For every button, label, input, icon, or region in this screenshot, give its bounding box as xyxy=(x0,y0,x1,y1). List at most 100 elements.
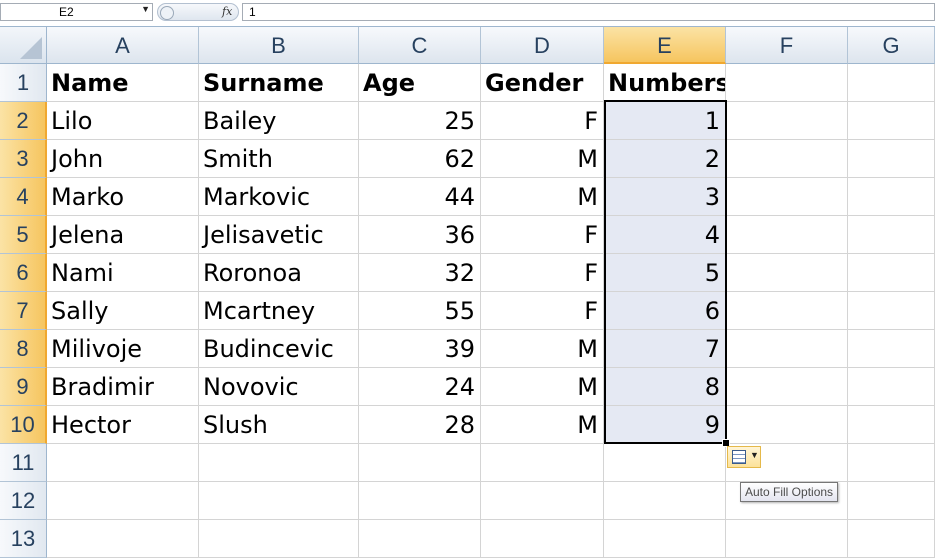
cell-e4[interactable]: 3 xyxy=(604,178,726,216)
column-header-g[interactable]: G xyxy=(848,27,935,64)
insert-function-button[interactable]: fx xyxy=(222,5,232,18)
cell-g7[interactable] xyxy=(848,292,935,330)
cell-a6[interactable]: Nami xyxy=(47,254,199,292)
cell-f4[interactable] xyxy=(726,178,848,216)
cell-a4[interactable]: Marko xyxy=(47,178,199,216)
row-header-5[interactable]: 5 xyxy=(0,216,47,254)
cell-c3[interactable]: 62 xyxy=(359,140,481,178)
cell-d4[interactable]: M xyxy=(481,178,604,216)
cell-d8[interactable]: M xyxy=(481,330,604,368)
column-header-a[interactable]: A xyxy=(47,27,199,64)
cell-b2[interactable]: Bailey xyxy=(199,102,359,140)
row-header-10[interactable]: 10 xyxy=(0,406,47,444)
resize-handle-icon[interactable] xyxy=(160,6,174,20)
row-header-4[interactable]: 4 xyxy=(0,178,47,216)
column-header-c[interactable]: C xyxy=(359,27,481,64)
cell-b5[interactable]: Jelisavetic xyxy=(199,216,359,254)
cell-b8[interactable]: Budincevic xyxy=(199,330,359,368)
column-header-e[interactable]: E xyxy=(604,27,726,64)
cell-d9[interactable]: M xyxy=(481,368,604,406)
cell-b1[interactable]: Surname xyxy=(199,64,359,102)
cell-g4[interactable] xyxy=(848,178,935,216)
row-header-12[interactable]: 12 xyxy=(0,482,47,520)
cell-e12[interactable] xyxy=(604,482,726,520)
cell-b11[interactable] xyxy=(199,444,359,482)
cell-g6[interactable] xyxy=(848,254,935,292)
cell-f6[interactable] xyxy=(726,254,848,292)
cell-f8[interactable] xyxy=(726,330,848,368)
cell-g9[interactable] xyxy=(848,368,935,406)
cell-c7[interactable]: 55 xyxy=(359,292,481,330)
cell-g12[interactable] xyxy=(848,482,935,520)
cell-d2[interactable]: F xyxy=(481,102,604,140)
cell-b3[interactable]: Smith xyxy=(199,140,359,178)
cell-b7[interactable]: Mcartney xyxy=(199,292,359,330)
select-all-button[interactable] xyxy=(0,27,47,64)
cell-f1[interactable] xyxy=(726,64,848,102)
cell-c9[interactable]: 24 xyxy=(359,368,481,406)
cell-a9[interactable]: Bradimir xyxy=(47,368,199,406)
row-header-1[interactable]: 1 xyxy=(0,64,47,102)
cell-b10[interactable]: Slush xyxy=(199,406,359,444)
cell-g2[interactable] xyxy=(848,102,935,140)
row-header-7[interactable]: 7 xyxy=(0,292,47,330)
row-header-9[interactable]: 9 xyxy=(0,368,47,406)
row-header-11[interactable]: 11 xyxy=(0,444,47,482)
cell-a3[interactable]: John xyxy=(47,140,199,178)
cell-e3[interactable]: 2 xyxy=(604,140,726,178)
cell-e2[interactable]: 1 xyxy=(604,102,726,140)
cell-e9[interactable]: 8 xyxy=(604,368,726,406)
cell-d6[interactable]: F xyxy=(481,254,604,292)
cell-e6[interactable]: 5 xyxy=(604,254,726,292)
cell-f3[interactable] xyxy=(726,140,848,178)
cell-c10[interactable]: 28 xyxy=(359,406,481,444)
cell-c2[interactable]: 25 xyxy=(359,102,481,140)
cell-d7[interactable]: F xyxy=(481,292,604,330)
column-header-b[interactable]: B xyxy=(199,27,359,64)
cell-b13[interactable] xyxy=(199,520,359,558)
formula-input[interactable]: 1 xyxy=(242,3,935,21)
cell-e1[interactable]: Numbers xyxy=(604,64,726,102)
cell-c12[interactable] xyxy=(359,482,481,520)
cell-g3[interactable] xyxy=(848,140,935,178)
cell-c5[interactable]: 36 xyxy=(359,216,481,254)
cell-a5[interactable]: Jelena xyxy=(47,216,199,254)
cell-g11[interactable] xyxy=(848,444,935,482)
cell-d13[interactable] xyxy=(481,520,604,558)
cell-f10[interactable] xyxy=(726,406,848,444)
cell-a1[interactable]: Name xyxy=(47,64,199,102)
cell-e10[interactable]: 9 xyxy=(604,406,726,444)
cell-d10[interactable]: M xyxy=(481,406,604,444)
cell-g5[interactable] xyxy=(848,216,935,254)
cell-f13[interactable] xyxy=(726,520,848,558)
cell-e5[interactable]: 4 xyxy=(604,216,726,254)
cell-d12[interactable] xyxy=(481,482,604,520)
cell-a11[interactable] xyxy=(47,444,199,482)
row-header-3[interactable]: 3 xyxy=(0,140,47,178)
cell-e7[interactable]: 6 xyxy=(604,292,726,330)
cell-c4[interactable]: 44 xyxy=(359,178,481,216)
cell-g8[interactable] xyxy=(848,330,935,368)
column-header-d[interactable]: D xyxy=(481,27,604,64)
cell-e8[interactable]: 7 xyxy=(604,330,726,368)
cell-f9[interactable] xyxy=(726,368,848,406)
cell-b9[interactable]: Novovic xyxy=(199,368,359,406)
cell-a7[interactable]: Sally xyxy=(47,292,199,330)
cell-a12[interactable] xyxy=(47,482,199,520)
cell-a13[interactable] xyxy=(47,520,199,558)
row-header-2[interactable]: 2 xyxy=(0,102,47,140)
cell-g1[interactable] xyxy=(848,64,935,102)
cell-a10[interactable]: Hector xyxy=(47,406,199,444)
cell-d5[interactable]: F xyxy=(481,216,604,254)
cell-c8[interactable]: 39 xyxy=(359,330,481,368)
row-header-8[interactable]: 8 xyxy=(0,330,47,368)
cell-f7[interactable] xyxy=(726,292,848,330)
cell-d11[interactable] xyxy=(481,444,604,482)
cell-g10[interactable] xyxy=(848,406,935,444)
cell-e13[interactable] xyxy=(604,520,726,558)
cell-d3[interactable]: M xyxy=(481,140,604,178)
cell-f5[interactable] xyxy=(726,216,848,254)
cell-a2[interactable]: Lilo xyxy=(47,102,199,140)
cell-g13[interactable] xyxy=(848,520,935,558)
cell-b4[interactable]: Markovic xyxy=(199,178,359,216)
